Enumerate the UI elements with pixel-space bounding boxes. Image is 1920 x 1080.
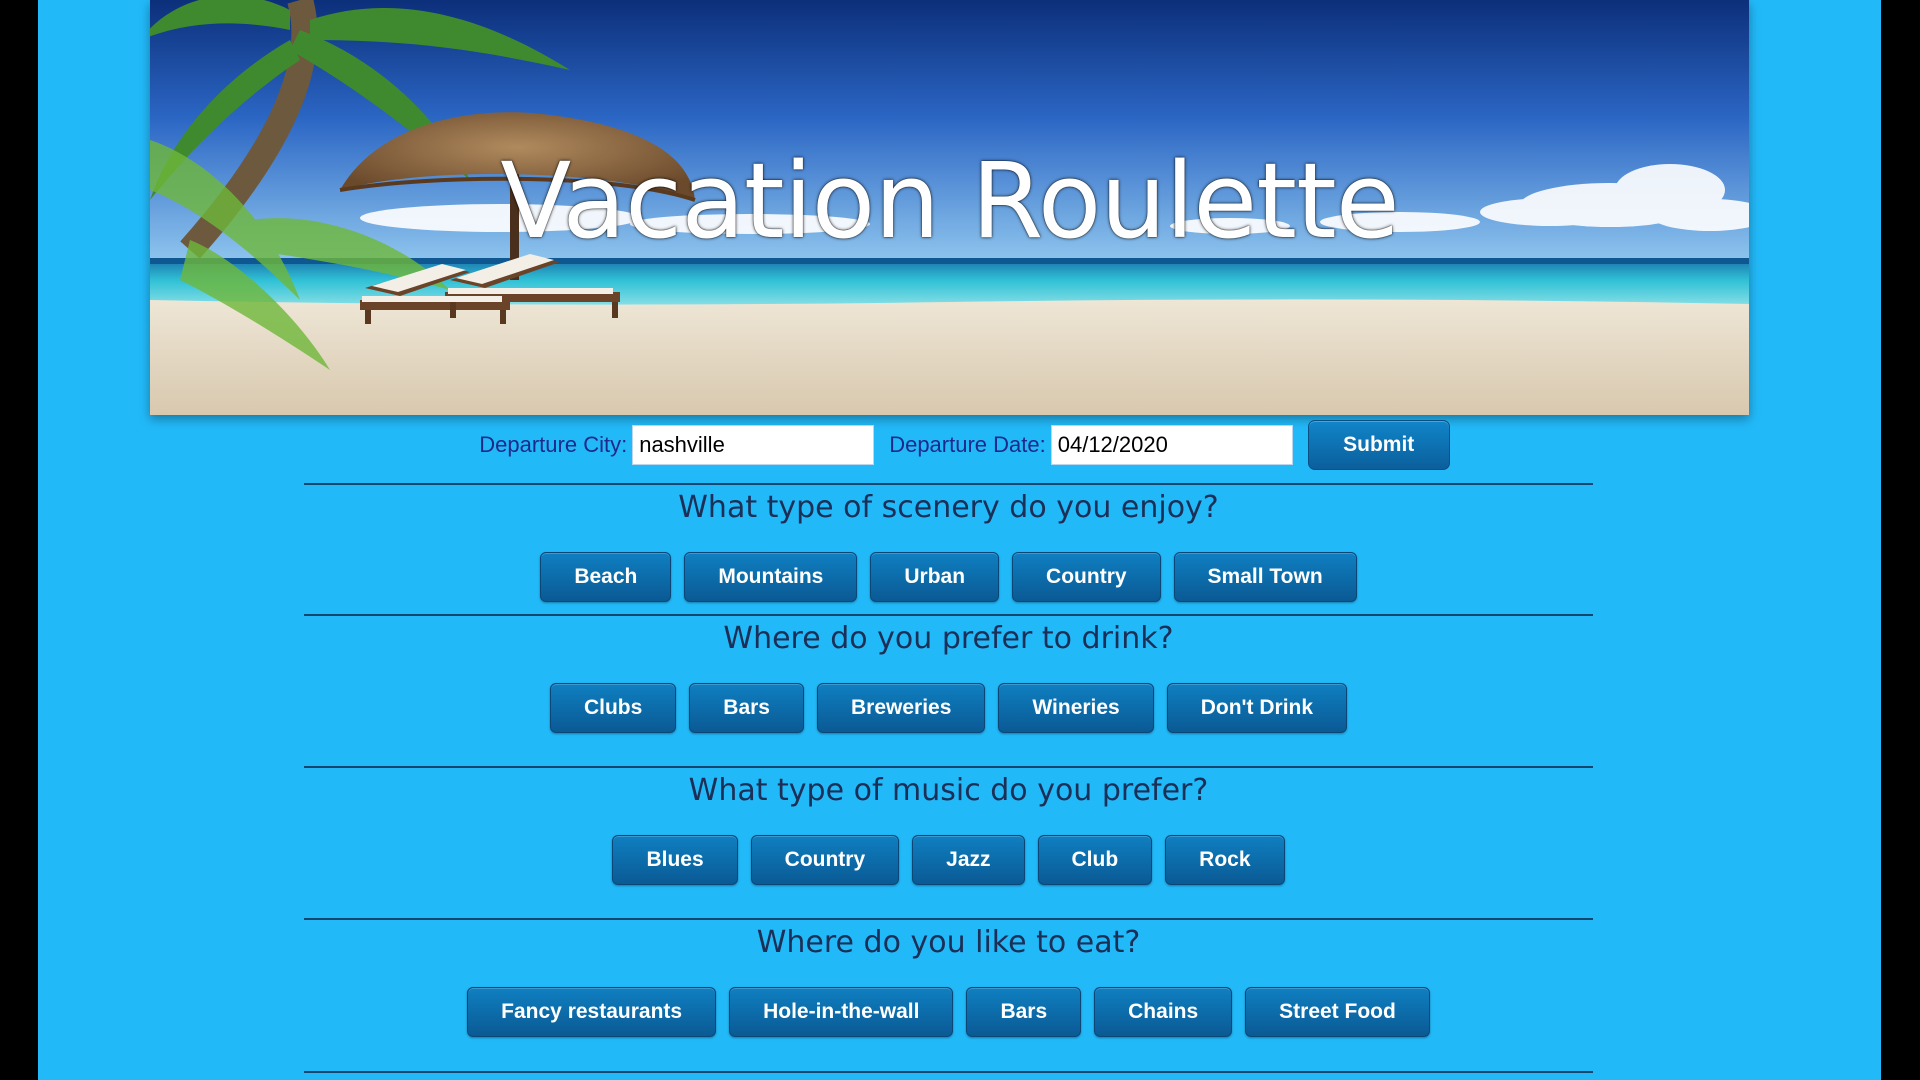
music-option-button[interactable]: Club: [1037, 835, 1153, 885]
departure-city-label: Departure City:: [479, 432, 628, 457]
app-viewport: Vacation Roulette Departure City: Depart…: [38, 0, 1881, 1080]
music-options: Blues Country Jazz Club Rock: [304, 835, 1593, 885]
section-divider: [304, 1071, 1593, 1080]
music-section: What type of music do you prefer? Blues …: [304, 766, 1593, 885]
drink-option-button[interactable]: Don't Drink: [1166, 683, 1348, 733]
music-option-button[interactable]: Jazz: [912, 835, 1025, 885]
music-option-button[interactable]: Rock: [1165, 835, 1285, 885]
scenery-question: What type of scenery do you enjoy?: [678, 490, 1219, 525]
eat-section: Where do you like to eat? Fancy restaura…: [304, 918, 1593, 1037]
music-option-button[interactable]: Blues: [612, 835, 738, 885]
drink-option-button[interactable]: Breweries: [816, 683, 986, 733]
music-question: What type of music do you prefer?: [688, 773, 1209, 808]
page-title: Vacation Roulette: [500, 140, 1400, 262]
drink-option-button[interactable]: Wineries: [998, 683, 1154, 733]
drink-section: Where do you prefer to drink? Clubs Bars…: [304, 614, 1593, 733]
eat-question: Where do you like to eat?: [756, 925, 1141, 960]
eat-option-button[interactable]: Bars: [966, 987, 1082, 1037]
eat-option-button[interactable]: Chains: [1094, 987, 1233, 1037]
eat-option-button[interactable]: Street Food: [1245, 987, 1430, 1037]
drink-option-button[interactable]: Bars: [689, 683, 804, 733]
scenery-option-button[interactable]: Mountains: [684, 552, 858, 602]
scenery-options: Beach Mountains Urban Country Small Town: [304, 552, 1593, 602]
scenery-option-button[interactable]: Urban: [870, 552, 1000, 602]
drink-question: Where do you prefer to drink?: [723, 621, 1174, 656]
drink-option-button[interactable]: Clubs: [549, 683, 677, 733]
departure-city-input[interactable]: [632, 425, 875, 465]
eat-option-button[interactable]: Hole-in-the-wall: [729, 987, 954, 1037]
scenery-option-button[interactable]: Country: [1012, 552, 1161, 602]
eat-options: Fancy restaurants Hole-in-the-wall Bars …: [304, 987, 1593, 1037]
scenery-section: What type of scenery do you enjoy? Beach…: [304, 483, 1593, 602]
eat-option-button[interactable]: Fancy restaurants: [467, 987, 717, 1037]
scenery-option-button[interactable]: Small Town: [1173, 552, 1357, 602]
hero-banner: Vacation Roulette: [150, 0, 1749, 415]
departure-date-label: Departure Date:: [889, 432, 1046, 457]
submit-button[interactable]: Submit: [1307, 420, 1450, 470]
music-option-button[interactable]: Country: [750, 835, 900, 885]
departure-form: Departure City: Departure Date: Submit: [38, 419, 1881, 471]
scenery-option-button[interactable]: Beach: [540, 552, 672, 602]
drink-options: Clubs Bars Breweries Wineries Don't Drin…: [304, 683, 1593, 733]
departure-date-input[interactable]: [1050, 425, 1293, 465]
